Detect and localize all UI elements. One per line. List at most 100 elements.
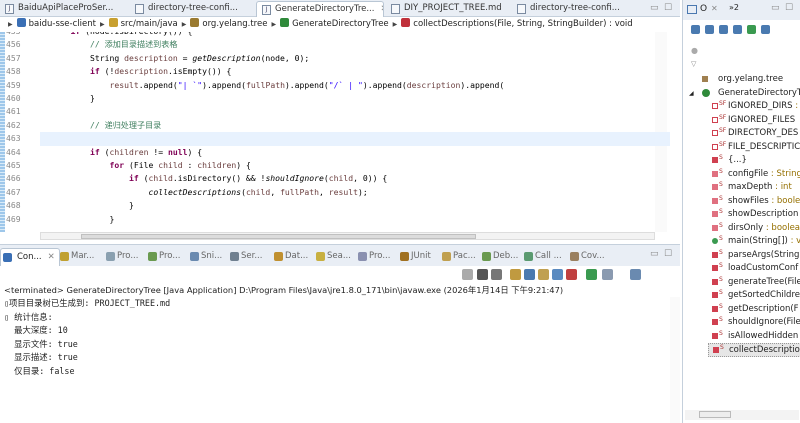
breadcrumb-item[interactable]: org.yelang.tree	[190, 18, 267, 29]
outline-item[interactable]: SshouldIgnore(File	[708, 316, 800, 330]
editor-tab[interactable]: J GenerateDirectoryTre... ✕	[256, 1, 384, 17]
outline-item[interactable]: SmaxDepth : int	[708, 181, 800, 195]
outline-item[interactable]: SF IGNORED_FILES	[708, 114, 800, 128]
outline-horizontal-scrollbar[interactable]	[685, 410, 799, 420]
display-console-icon[interactable]	[602, 269, 613, 280]
console-tab[interactable]: Sni...	[188, 248, 222, 266]
console-tab[interactable]: Cov...	[568, 248, 605, 266]
code-line[interactable]: if (child.isDirectory() && !shouldIgnore…	[51, 172, 387, 185]
console-tab[interactable]: Deb...	[480, 248, 518, 266]
code-line[interactable]: }	[51, 199, 134, 212]
console-tab[interactable]: JUnit	[398, 248, 431, 266]
hide-fields-icon[interactable]	[719, 25, 728, 34]
editor-tab[interactable]: DIY_PROJECT_TREE.md	[386, 1, 509, 17]
breadcrumb-item[interactable]: src/main/java	[108, 18, 178, 29]
outline-item[interactable]: SgetDescription(F	[708, 303, 800, 317]
code-line[interactable]: String description = getDescription(node…	[51, 52, 309, 65]
console-tab-label: Dat...	[285, 251, 309, 261]
outline-item[interactable]: GenerateDirectoryT	[698, 87, 800, 101]
minimize-icon[interactable]: ▭	[650, 3, 659, 13]
code-line[interactable]: for (File child : children) {	[51, 159, 250, 172]
outline-item[interactable]: SparseArgs(String	[708, 249, 800, 263]
code-token: child	[148, 173, 173, 184]
tab-label: GenerateDirectoryTre...	[275, 4, 375, 14]
chevron-down-icon[interactable]: ▽	[691, 60, 696, 68]
console-tab[interactable]: Call ...	[522, 248, 562, 266]
outline-item[interactable]: Smain(String[]) : v	[708, 235, 800, 249]
console-tab[interactable]: Dat...	[272, 248, 308, 266]
editor-horizontal-scrollbar[interactable]	[40, 232, 655, 240]
editor-tab[interactable]: directory-tree-confi...	[512, 1, 640, 17]
editor-tab[interactable]: directory-tree-confi...	[130, 1, 254, 17]
show-on-stderr-icon[interactable]	[566, 269, 577, 280]
scroll-thumb[interactable]	[81, 234, 476, 239]
outline-tab[interactable]: O	[700, 4, 707, 14]
outline-item[interactable]: SconfigFile : String	[708, 168, 800, 182]
console-tab[interactable]: Sea...	[314, 248, 351, 266]
console-tab[interactable]: Pac...	[440, 248, 476, 266]
outline-label: IGNORED_DIRS	[728, 101, 793, 111]
code-token: );	[358, 186, 368, 197]
maximize-icon[interactable]: ☐	[664, 3, 672, 13]
console-tab[interactable]: Mar...	[58, 248, 94, 266]
hide-non-public-icon[interactable]	[747, 25, 756, 34]
outline-item[interactable]: ScollectDescriptio	[708, 343, 800, 357]
collapse-all-icon[interactable]	[691, 25, 700, 34]
outline-item[interactable]: SF DIRECTORY_DES	[708, 127, 800, 141]
expand-arrow-icon[interactable]: ◢	[689, 90, 694, 97]
outline-item[interactable]: SshowFiles : boole	[708, 195, 800, 209]
text-file-icon	[517, 4, 526, 14]
code-line[interactable]: if (!description.isEmpty()) {	[51, 65, 231, 78]
code-line[interactable]: }	[51, 213, 114, 226]
word-wrap-icon[interactable]	[524, 269, 535, 280]
code-line[interactable]: // 递归处理子目录	[51, 119, 161, 132]
console-tab[interactable]: Con... ✕	[0, 248, 60, 266]
code-line[interactable]: }	[51, 92, 95, 105]
code-line[interactable]: result.append("| `").append(fullPath).ap…	[51, 79, 504, 92]
console-tab[interactable]: Pro...	[146, 248, 180, 266]
outline-item[interactable]: SloadCustomConf	[708, 262, 800, 276]
remove-all-icon[interactable]	[491, 269, 502, 280]
close-icon[interactable]: ✕	[711, 4, 718, 13]
remove-launch-icon[interactable]	[477, 269, 488, 280]
code-line[interactable]: collectDescriptions(child, fullPath, res…	[51, 186, 368, 199]
hide-local-types-icon[interactable]	[761, 25, 770, 34]
console-tab[interactable]: Ser...	[228, 248, 262, 266]
console-scrollbar[interactable]	[670, 297, 680, 423]
outline-item[interactable]: SF FILE_DESCRIPTIC	[708, 141, 800, 155]
code-line[interactable]: // 添加目录描述到表格	[51, 38, 177, 51]
outline-item[interactable]: SgetSortedChildre	[708, 289, 800, 303]
console-tab[interactable]: Pro...	[104, 248, 138, 266]
breadcrumb-item[interactable]: baidu-sse-client	[16, 18, 96, 29]
code-editor[interactable]: 4554564574584594604614624634644654664674…	[0, 32, 680, 240]
new-console-icon[interactable]	[630, 269, 641, 280]
outline-item[interactable]: SisAllowedHidden	[708, 330, 800, 344]
outline-item[interactable]: SgenerateTree(File	[708, 276, 800, 290]
hide-static-icon[interactable]	[733, 25, 742, 34]
breadcrumb-item[interactable]: GenerateDirectoryTree	[280, 18, 389, 29]
editor-tab[interactable]: J BaiduApiPlaceProSer...	[0, 1, 128, 17]
overflow-views[interactable]: »2	[729, 3, 739, 12]
minimize-icon[interactable]: ▭	[771, 3, 780, 13]
code-line[interactable]: if (children != null) {	[51, 146, 202, 159]
outline-item[interactable]: org.yelang.tree	[698, 73, 800, 87]
outline-item[interactable]: SdirsOnly : boolea	[708, 222, 800, 236]
maximize-icon[interactable]: ☐	[785, 3, 793, 13]
console-output[interactable]: ▯项目目录树已生成到: PROJECT_TREE.md ▯ 统计信息: 最大深度:…	[0, 297, 668, 423]
outline-item[interactable]: S {...}	[708, 154, 800, 168]
sort-icon[interactable]	[705, 25, 714, 34]
minimize-icon[interactable]: ▭	[650, 249, 659, 259]
scroll-thumb[interactable]	[699, 411, 731, 418]
maximize-icon[interactable]: ☐	[664, 249, 672, 259]
close-icon[interactable]: ✕	[48, 252, 55, 262]
console-tab[interactable]: Pro...	[356, 248, 390, 266]
close-icon[interactable]: ✕	[380, 4, 383, 14]
open-console-icon[interactable]	[586, 269, 597, 280]
breadcrumb-item[interactable]: collectDescriptions(File, String, String…	[401, 18, 633, 29]
outline-item[interactable]: SF IGNORED_DIRS :	[708, 100, 800, 114]
outline-item[interactable]: SshowDescription	[708, 208, 800, 222]
terminate-icon[interactable]	[462, 269, 473, 280]
scroll-lock-icon[interactable]	[510, 269, 521, 280]
pin-icon[interactable]	[538, 269, 549, 280]
show-on-stdout-icon[interactable]	[552, 269, 563, 280]
